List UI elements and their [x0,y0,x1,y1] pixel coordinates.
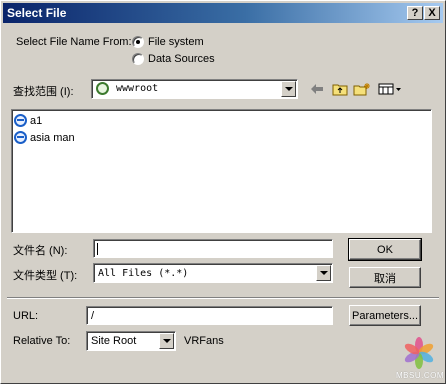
select-from-label: Select File Name From: [16,36,132,48]
list-item[interactable]: a1 [14,113,42,128]
filetype-label: 文件类型 (T): [13,270,78,282]
url-input[interactable]: / [86,306,333,325]
file-system-radio[interactable] [132,36,144,48]
lookin-value: wwwroot [116,83,159,94]
filename-label: 文件名 (N): [13,245,68,257]
site-name: VRFans [184,335,224,347]
view-menu-icon[interactable] [377,81,403,97]
file-list[interactable]: a1 asia man [11,109,432,233]
divider [7,297,439,299]
web-folder-icon [96,82,109,95]
data-sources-label[interactable]: Data Sources [148,53,215,65]
lookin-label: 查找范围 (I): [13,86,74,98]
filetype-dropdown-arrow[interactable] [316,265,331,281]
filename-input[interactable] [93,239,333,258]
up-folder-icon[interactable] [331,81,349,97]
select-file-dialog: Select File ? X Select File Name From: F… [0,0,446,384]
watermark-text: MBSU.COM [396,371,444,380]
back-arrow-icon[interactable] [308,81,326,97]
help-button[interactable]: ? [407,6,423,20]
cancel-button[interactable]: 取消 [349,267,421,288]
url-value: / [91,310,95,322]
list-item[interactable]: asia man [14,130,75,145]
file-system-label[interactable]: File system [148,36,204,48]
ie-html-icon [14,114,27,127]
data-sources-radio[interactable] [132,53,144,65]
ie-html-icon [14,131,27,144]
relative-to-label: Relative To: [13,335,71,347]
filetype-value: All Files (*.*) [98,268,189,279]
relative-to-value: Site Root [91,335,137,347]
dialog-title: Select File [7,6,67,20]
filetype-dropdown[interactable]: All Files (*.*) [93,263,333,283]
new-folder-icon[interactable] [353,81,371,97]
file-name: a1 [30,114,43,127]
lookin-dropdown[interactable]: wwwroot [91,79,298,99]
ok-button[interactable]: OK [348,238,422,261]
close-button[interactable]: X [424,6,440,20]
watermark-logo: MBSU.COM [396,337,444,381]
file-name: asia man [30,131,75,144]
title-bar: Select File ? X [3,3,443,23]
url-label: URL: [13,310,39,322]
lookin-dropdown-arrow[interactable] [281,81,296,97]
relative-to-dropdown-arrow[interactable] [159,333,174,349]
parameters-button[interactable]: Parameters... [349,305,421,326]
relative-to-dropdown[interactable]: Site Root [86,331,176,351]
text-caret [97,243,98,255]
